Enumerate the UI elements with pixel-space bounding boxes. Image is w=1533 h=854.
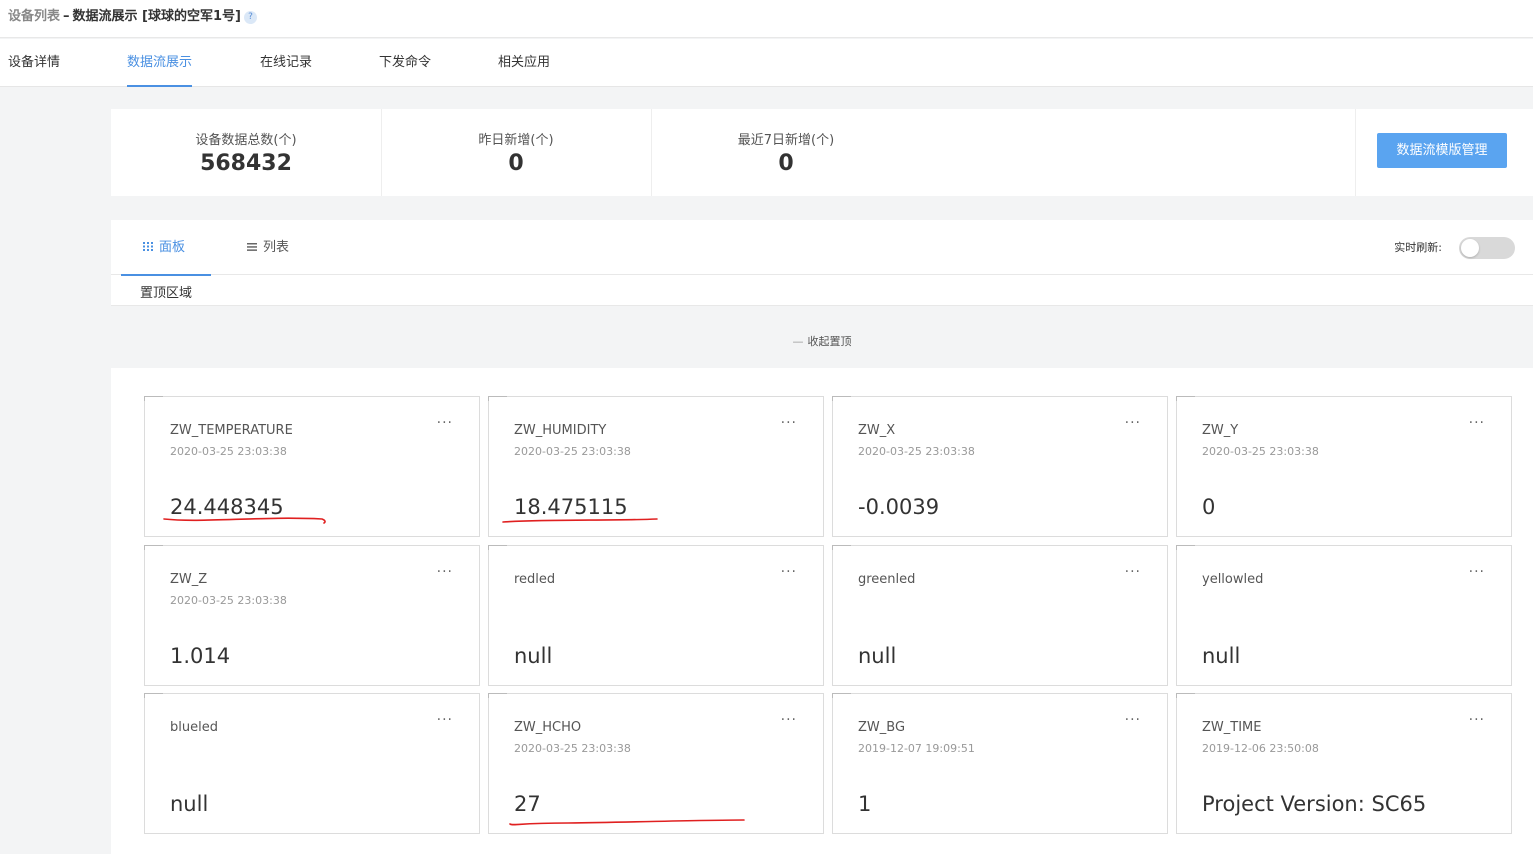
collapse-dash-icon: —	[792, 335, 804, 348]
toggle-knob	[1461, 239, 1479, 257]
datastream-card[interactable]: yellowled null ···	[1176, 545, 1512, 686]
realtime-refresh-label: 实时刷新:	[1394, 241, 1442, 254]
datastream-value: 0	[1202, 495, 1216, 519]
tab-related-apps[interactable]: 相关应用	[498, 39, 550, 87]
datastream-card[interactable]: ZW_TEMPERATURE 2020-03-25 23:03:38 24.4483…	[144, 396, 480, 537]
more-options-icon[interactable]: ···	[1469, 415, 1485, 431]
collapse-pinned-button[interactable]: — 收起置顶	[111, 333, 1533, 349]
stat-last7days: 最近7日新增(个) 0	[651, 109, 921, 196]
grid-icon	[143, 220, 153, 275]
top-bar: 设备列表 – 数据流展示 [球球的空军1号]?	[0, 0, 1533, 38]
stat-total: 设备数据总数(个) 568432	[111, 109, 381, 196]
more-options-icon[interactable]: ···	[781, 415, 797, 431]
stat-last7days-label: 最近7日新增(个)	[737, 133, 835, 148]
datastream-name: ZW_BG	[858, 720, 906, 735]
more-options-icon[interactable]: ···	[437, 712, 453, 728]
datastream-card[interactable]: ZW_HUMIDITY 2020-03-25 23:03:38 18.475115 ·…	[488, 396, 824, 537]
more-options-icon[interactable]: ···	[1469, 712, 1485, 728]
tab-datastream[interactable]: 数据流展示	[127, 39, 193, 87]
pinned-area-title: 置顶区域	[140, 286, 193, 301]
datastream-value: null	[1202, 644, 1241, 668]
stats-panel: 设备数据总数(个) 568432 昨日新增(个) 0 最近7日新增(个) 0 数…	[111, 109, 1533, 196]
datastream-name: ZW_TIME	[1202, 720, 1262, 735]
stat-yesterday-label: 昨日新增(个)	[478, 133, 554, 148]
stat-yesterday-value: 0	[508, 151, 524, 176]
datastream-card[interactable]: greenled null ···	[832, 545, 1168, 686]
datastream-name: greenled	[858, 572, 916, 587]
datastream-name: yellowled	[1202, 572, 1264, 587]
datastream-name: blueled	[170, 720, 218, 735]
breadcrumb-device-list-link[interactable]: 设备列表	[8, 9, 60, 24]
view-tabs: 面板 列表 实时刷新:	[111, 220, 1533, 276]
more-options-icon[interactable]: ···	[1125, 564, 1141, 580]
datastream-value: 27	[514, 792, 541, 816]
stat-total-label: 设备数据总数(个)	[195, 133, 297, 148]
stat-last7days-value: 0	[778, 151, 794, 176]
datastream-name: redled	[514, 572, 556, 587]
datastream-value: 1.014	[170, 644, 231, 668]
datastream-name: ZW_HCHO	[514, 720, 582, 735]
stat-divider	[1355, 109, 1356, 196]
datastream-value: 24.448345	[170, 495, 284, 519]
collapse-pinned-label: 收起置顶	[807, 335, 852, 348]
more-options-icon[interactable]: ···	[1125, 712, 1141, 728]
more-options-icon[interactable]: ···	[1125, 415, 1141, 431]
datastream-card[interactable]: ZW_Y 2020-03-25 23:03:38 0 ···	[1176, 396, 1512, 537]
datastream-timestamp: 2020-03-25 23:03:38	[858, 445, 975, 458]
datastream-name: ZW_Y	[1202, 423, 1239, 438]
main-tabs: 设备详情 数据流展示 在线记录 下发命令 相关应用	[0, 39, 1533, 87]
datastream-timestamp: 2019-12-06 23:50:08	[1202, 742, 1319, 755]
more-options-icon[interactable]: ···	[781, 564, 797, 580]
stat-total-value: 568432	[200, 151, 292, 176]
datastream-timestamp: 2019-12-07 19:09:51	[858, 742, 975, 755]
more-options-icon[interactable]: ···	[1469, 564, 1485, 580]
datastream-value: Project Version: SC65	[1202, 792, 1427, 816]
tab-online-records[interactable]: 在线记录	[260, 39, 312, 87]
datastream-value: null	[858, 644, 897, 668]
datastream-card[interactable]: ZW_Z 2020-03-25 23:03:38 1.014 ···	[144, 545, 480, 686]
datastream-timestamp: 2020-03-25 23:03:38	[170, 594, 287, 607]
more-options-icon[interactable]: ···	[437, 564, 453, 580]
datastream-name: ZW_TEMPERATURE	[170, 423, 293, 438]
datastream-card[interactable]: ZW_X 2020-03-25 23:03:38 -0.0039 ···	[832, 396, 1168, 537]
datastream-value: 1	[858, 792, 872, 816]
datastream-card[interactable]: ZW_BG 2019-12-07 19:09:51 1 ···	[832, 693, 1168, 834]
breadcrumb-separator: –	[63, 9, 70, 24]
datastream-card[interactable]: redled null ···	[488, 545, 824, 686]
pinned-area: — 收起置顶	[111, 305, 1533, 356]
datastream-timestamp: 2020-03-25 23:03:38	[1202, 445, 1319, 458]
datastream-name: ZW_Z	[170, 572, 208, 587]
datastream-value: 18.475115	[514, 495, 628, 519]
more-options-icon[interactable]: ···	[437, 415, 453, 431]
datastream-card[interactable]: ZW_HCHO 2020-03-25 23:03:38 27 ···	[488, 693, 824, 834]
template-management-button[interactable]: 数据流模版管理	[1377, 133, 1507, 168]
help-icon[interactable]: ?	[243, 11, 257, 24]
datastream-card[interactable]: ZW_TIME 2019-12-06 23:50:08 Project Versio…	[1176, 693, 1512, 834]
tab-device-details[interactable]: 设备详情	[8, 39, 60, 87]
datastream-name: ZW_X	[858, 423, 896, 438]
datastream-timestamp: 2020-03-25 23:03:38	[514, 445, 631, 458]
tab-list-view-label: 列表	[263, 240, 290, 255]
datastream-grid: ZW_TEMPERATURE 2020-03-25 23:03:38 24.4483…	[111, 368, 1533, 854]
tab-panel-view-label: 面板	[159, 240, 186, 255]
tab-list-view[interactable]: 列表	[247, 220, 289, 275]
datastream-card[interactable]: blueled null ···	[144, 693, 480, 834]
more-options-icon[interactable]: ···	[781, 712, 797, 728]
datastream-value: null	[514, 644, 553, 668]
datastream-value: null	[170, 792, 209, 816]
tab-panel-view[interactable]: 面板	[121, 220, 211, 276]
view-panel: 面板 列表 实时刷新: 置顶区域 — 收起置顶	[111, 220, 1533, 356]
datastream-timestamp: 2020-03-25 23:03:38	[514, 742, 631, 755]
list-icon	[247, 220, 257, 275]
tab-send-command[interactable]: 下发命令	[379, 39, 431, 87]
breadcrumb: 设备列表 – 数据流展示 [球球的空军1号]?	[8, 5, 257, 24]
realtime-refresh-toggle[interactable]	[1459, 237, 1515, 259]
datastream-timestamp: 2020-03-25 23:03:38	[170, 445, 287, 458]
datastream-value: -0.0039	[858, 495, 940, 519]
datastream-name: ZW_HUMIDITY	[514, 423, 607, 438]
stat-yesterday: 昨日新增(个) 0	[381, 109, 651, 196]
breadcrumb-current: 数据流展示 [球球的空军1号]	[72, 9, 241, 24]
